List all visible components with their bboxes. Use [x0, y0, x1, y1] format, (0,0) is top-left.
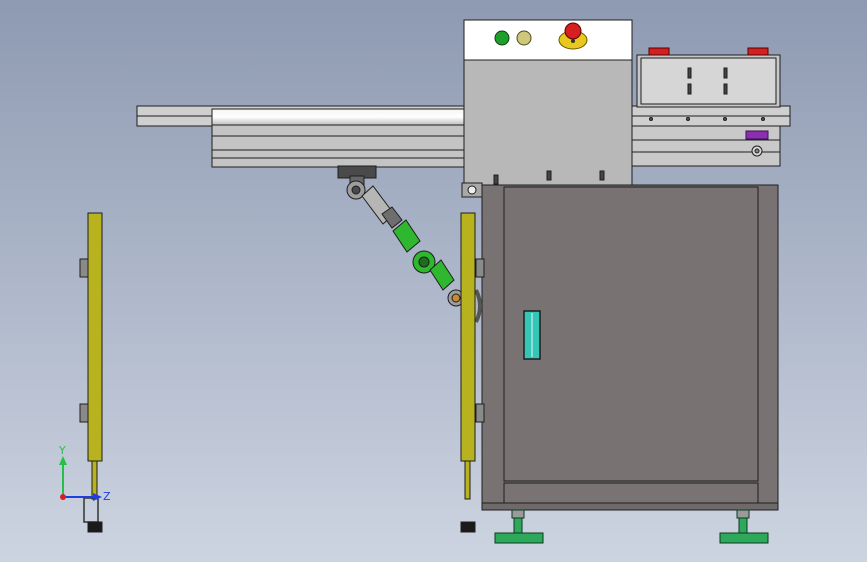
machine-cabinet — [461, 182, 779, 511]
green-push-button[interactable] — [494, 30, 510, 46]
machine-drawing: Y Z — [0, 0, 867, 562]
upper-right-housing — [636, 54, 781, 108]
purple-tag — [745, 130, 769, 140]
control-box — [463, 19, 633, 186]
red-indicator-right — [747, 47, 769, 56]
cad-viewport: Y Z — [0, 0, 867, 562]
y-axis-label: Y — [58, 444, 66, 457]
yellow-push-button[interactable] — [516, 30, 532, 46]
z-axis-label: Z — [103, 490, 111, 503]
red-indicator-left — [648, 47, 670, 56]
